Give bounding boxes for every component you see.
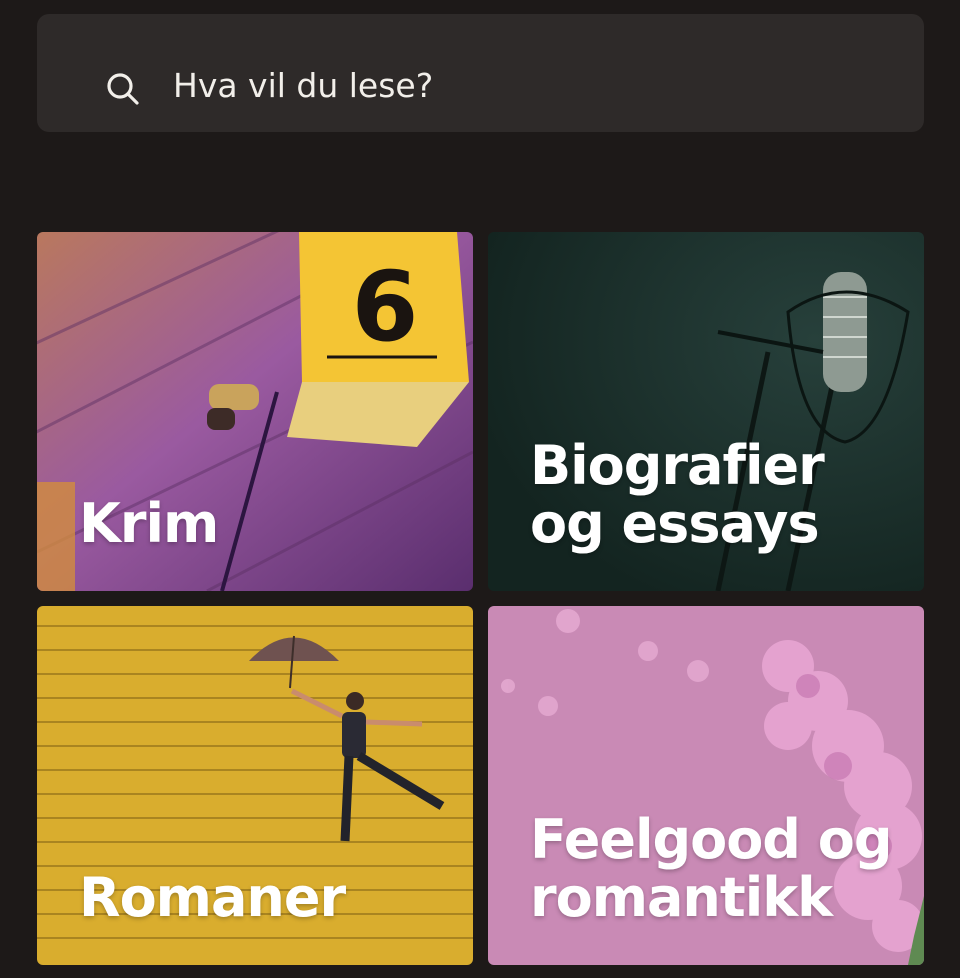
category-tile-feelgood[interactable]: Feelgood og romantikk — [488, 606, 924, 965]
search-icon — [107, 73, 139, 105]
category-tile-krim[interactable]: 6 Krim — [37, 232, 473, 591]
category-tile-romaner[interactable]: Romaner — [37, 606, 473, 965]
search-bar[interactable]: Hva vil du lese? — [37, 14, 924, 132]
search-placeholder: Hva vil du lese? — [173, 66, 434, 105]
category-label: Feelgood og romantikk — [530, 808, 893, 929]
category-label: Biografier og essays — [530, 434, 825, 555]
svg-text:6: 6 — [352, 251, 419, 363]
category-tile-biografier[interactable]: Biografier og essays — [488, 232, 924, 591]
category-browse-page: Hva vil du lese? 6 Krim Biografier og es… — [0, 0, 960, 978]
category-label: Romaner — [79, 866, 346, 929]
category-label: Krim — [79, 492, 219, 555]
